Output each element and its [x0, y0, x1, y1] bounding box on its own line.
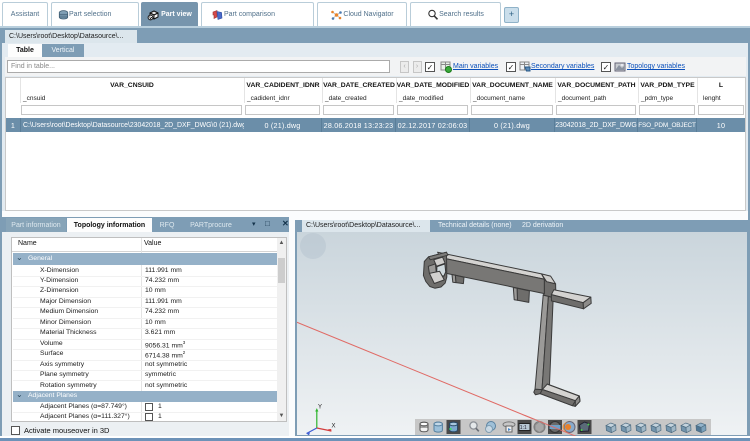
svg-text:X: X [332, 424, 336, 430]
svg-text:Y: Y [318, 405, 322, 411]
